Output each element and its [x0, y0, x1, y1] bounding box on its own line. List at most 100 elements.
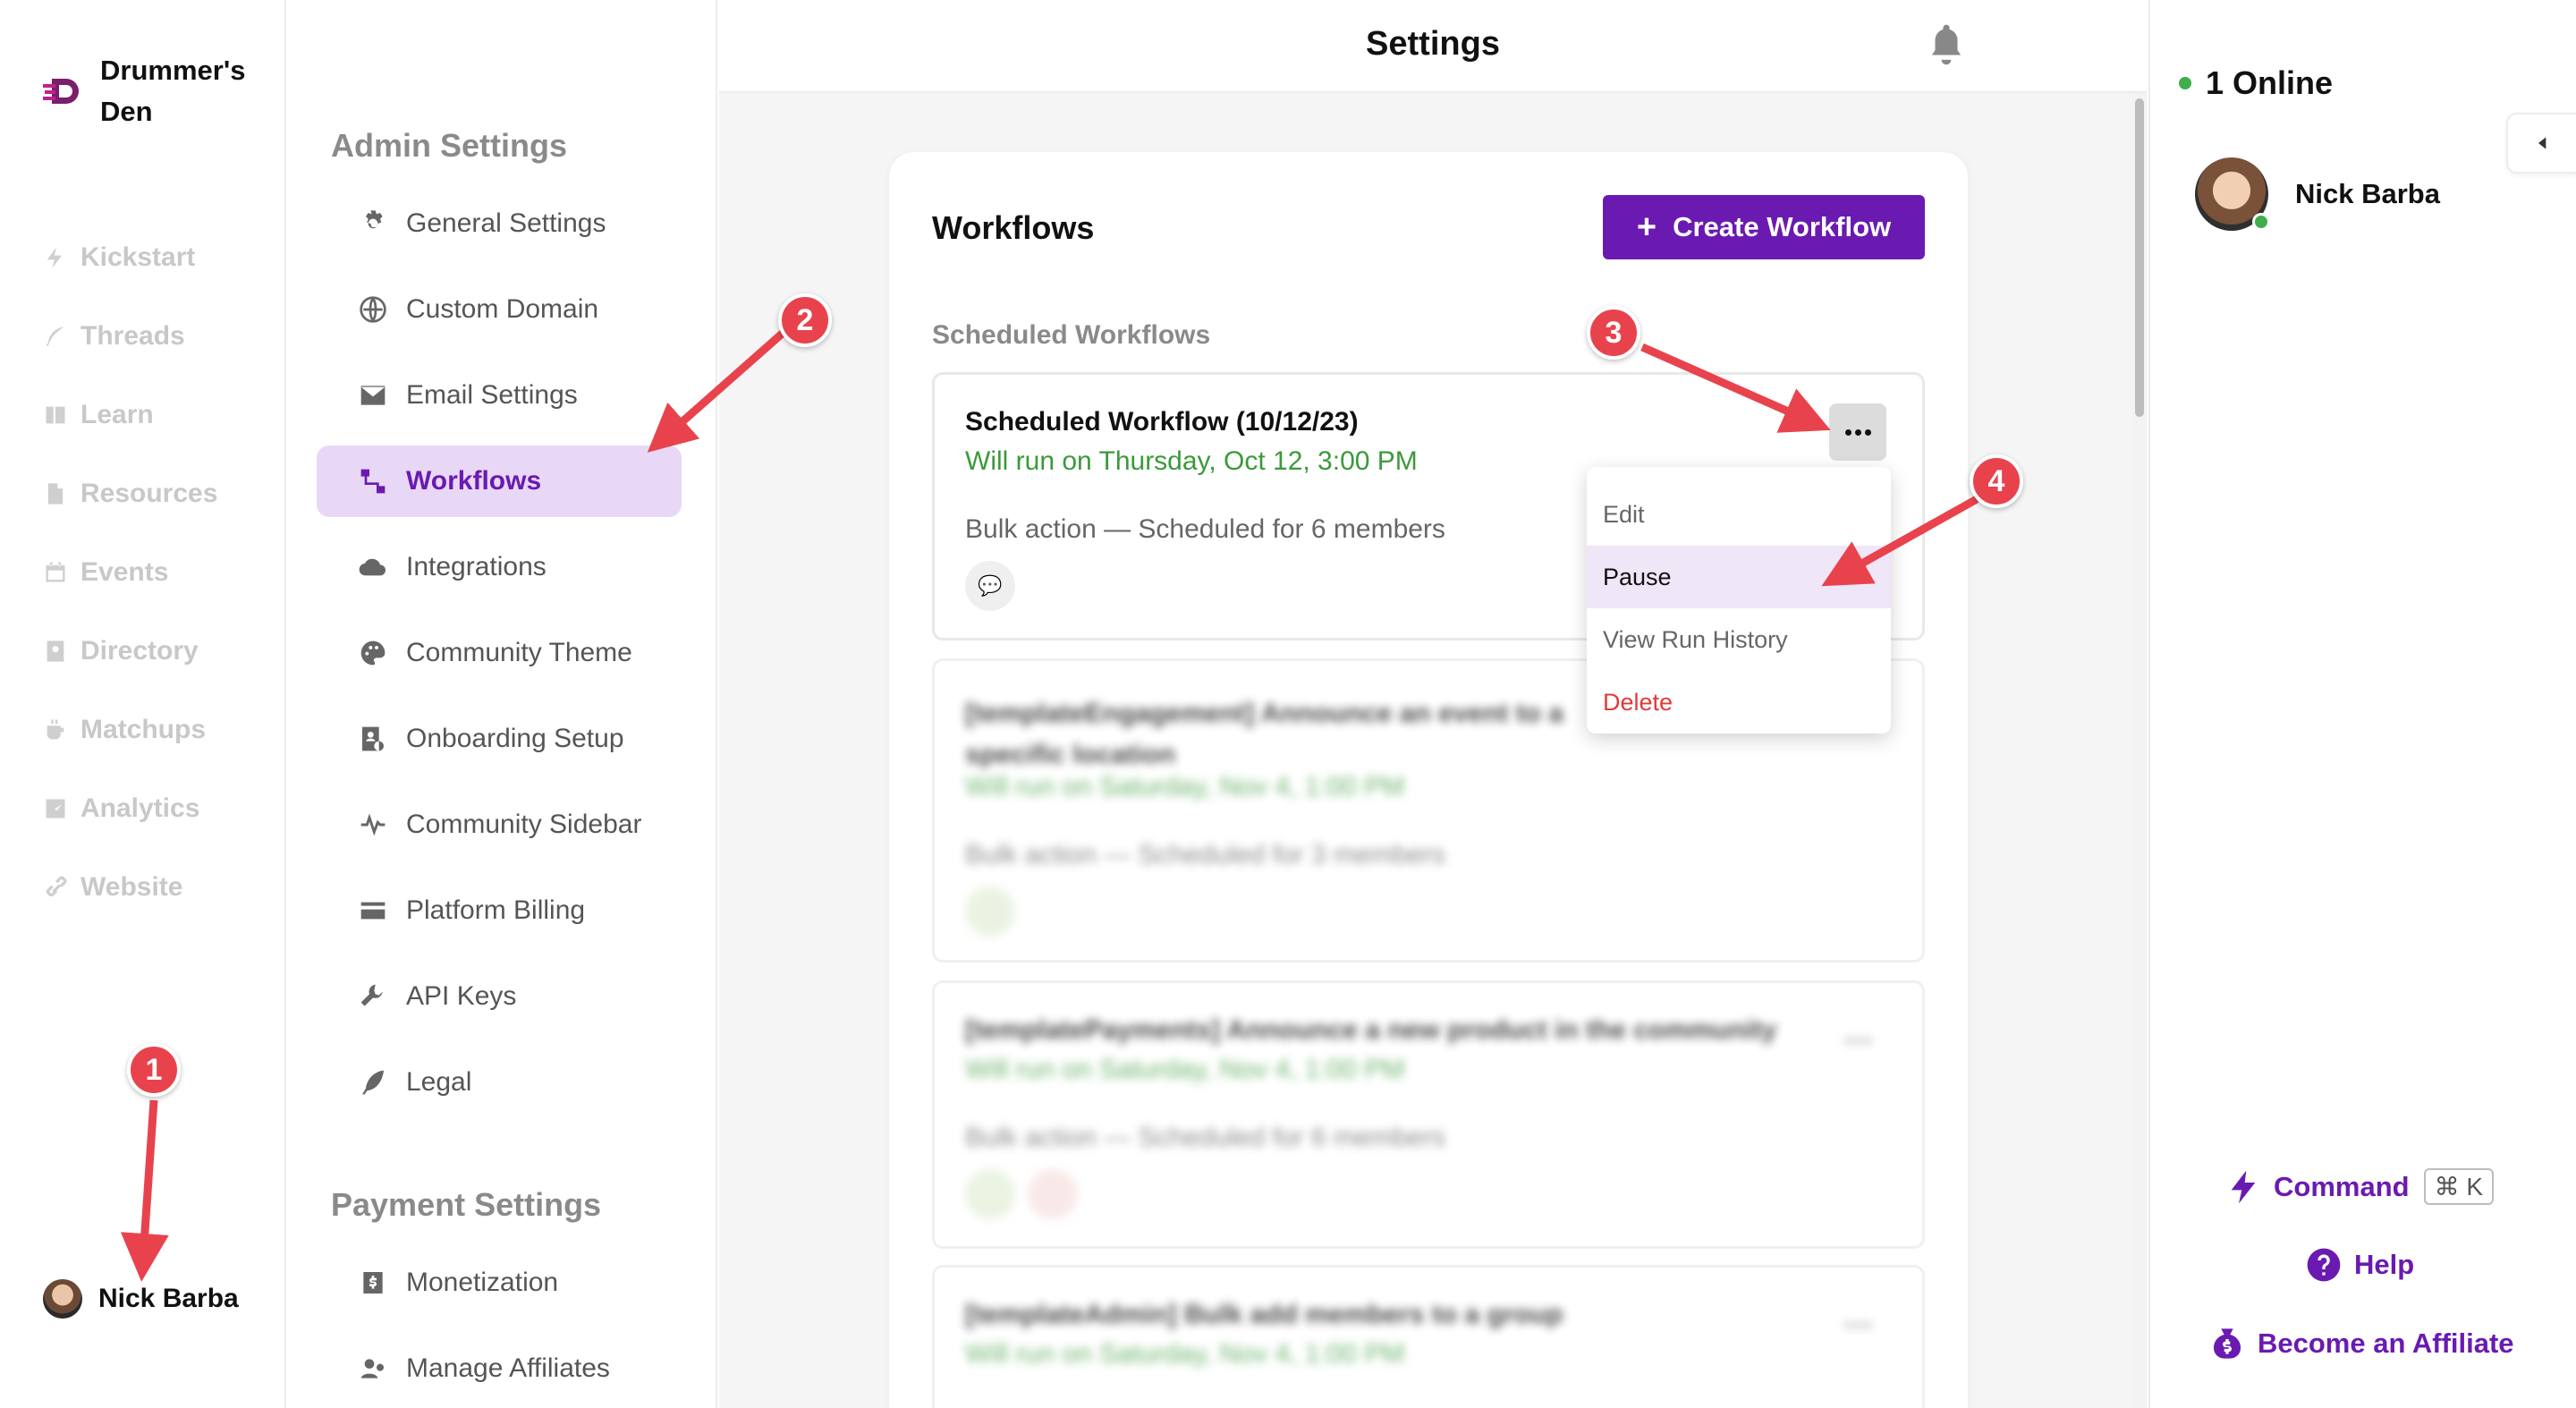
workflow-card[interactable]: [templatePayments] Announce a new produc…	[932, 980, 1925, 1249]
menu-item-integrations[interactable]: Integrations	[317, 531, 682, 603]
menu-item-platform-billing[interactable]: Platform Billing	[317, 875, 682, 946]
menu-item-manage-affiliates[interactable]: Manage Affiliates	[317, 1333, 682, 1404]
workflow-name: [templatePayments] Announce a new produc…	[965, 1015, 1777, 1045]
workflow-options-button[interactable]	[1829, 1012, 1886, 1069]
dollar-icon	[358, 1268, 388, 1298]
help-label: Help	[2354, 1249, 2415, 1280]
menu-edit[interactable]: Edit	[1587, 483, 1891, 546]
nav-item-events[interactable]: Events	[43, 553, 168, 592]
nav-item-matchups[interactable]: Matchups	[43, 710, 206, 750]
menu-pause[interactable]: Pause	[1587, 546, 1891, 608]
command-shortcut: ⌘ K	[2423, 1168, 2495, 1205]
menu-item-label: Monetization	[406, 1268, 559, 1297]
menu-view-run-history[interactable]: View Run History	[1587, 608, 1891, 671]
menu-item-email-settings[interactable]: Email Settings	[317, 360, 682, 431]
nav-item-kickstart[interactable]: Kickstart	[43, 238, 195, 277]
nav-item-label: Learn	[80, 400, 154, 429]
menu-item-label: General Settings	[406, 208, 606, 238]
workflow-run-time: Will run on Saturday, Nov 4, 1:00 PM	[965, 772, 1405, 802]
workflow-bulk-info: Bulk action — Scheduled for 6 members	[965, 514, 1445, 544]
pulse-icon	[358, 810, 388, 840]
menu-item-label: Custom Domain	[406, 294, 599, 324]
workflow-run-time: Will run on Saturday, Nov 4, 1:00 PM	[965, 1339, 1405, 1369]
menu-item-label: Onboarding Setup	[406, 724, 624, 753]
nav-item-label: Matchups	[80, 715, 207, 744]
annotation-badge-3: 3	[1587, 306, 1640, 360]
workflow-bulk-info: Bulk action — Scheduled for 3 members	[965, 840, 1445, 869]
nav-item-threads[interactable]: Threads	[43, 317, 185, 356]
settings-menu: Admin Settings General Settings Custom D…	[288, 0, 717, 1408]
menu-item-monetization[interactable]: Monetization	[317, 1247, 682, 1319]
nav-item-directory[interactable]: Directory	[43, 632, 199, 671]
nav-item-label: Directory	[80, 636, 199, 666]
nav-item-analytics[interactable]: Analytics	[43, 789, 199, 828]
workflow-options-button[interactable]	[1829, 1296, 1886, 1353]
bolt-icon	[2231, 1170, 2256, 1203]
online-user-name: Nick Barba	[2295, 178, 2440, 209]
command-button[interactable]: Command ⌘ K	[2225, 1168, 2495, 1205]
workflow-options-button[interactable]	[1829, 403, 1886, 461]
menu-item-community-theme[interactable]: Community Theme	[317, 617, 682, 689]
scheduled-workflows-label: Scheduled Workflows	[932, 320, 1211, 350]
nav-item-resources[interactable]: Resources	[43, 474, 217, 513]
annotation-badge-1: 1	[127, 1043, 181, 1097]
menu-item-custom-domain[interactable]: Custom Domain	[317, 274, 682, 345]
menu-delete[interactable]: Delete	[1587, 671, 1891, 734]
scrollbar[interactable]	[2132, 93, 2147, 1408]
palette-icon	[358, 638, 388, 668]
envelope-icon	[358, 380, 388, 411]
menu-item-api-keys[interactable]: API Keys	[317, 961, 682, 1032]
cloud-icon	[358, 552, 388, 582]
menu-item-workflows[interactable]: Workflows	[317, 445, 682, 517]
menu-item-community-sidebar[interactable]: Community Sidebar	[317, 789, 682, 861]
workflows-panel: Workflows + Create Workflow Scheduled Wo…	[889, 152, 1968, 1408]
workflow-card[interactable]: [templateAdmin] Bulk add members to a gr…	[932, 1265, 1925, 1408]
workflow-bulk-info: Bulk action — Scheduled for 6 members	[965, 1123, 1445, 1152]
main-content: Settings Workflows + Create Workflow Sch…	[719, 0, 2147, 1408]
chevron-left-icon	[2538, 137, 2546, 149]
nav-item-label: Kickstart	[80, 242, 196, 272]
brand[interactable]: Drummer's Den	[43, 50, 261, 132]
nav-user[interactable]: Nick Barba	[43, 1279, 239, 1319]
create-workflow-label: Create Workflow	[1673, 211, 1892, 242]
workflow-options-menu: Edit Pause View Run History Delete	[1587, 467, 1891, 734]
annotation-badge-2: 2	[778, 293, 832, 347]
annotation-badge-4: 4	[1970, 454, 2023, 508]
chip-icon	[965, 1169, 1015, 1219]
right-sidebar: 1 Online Nick Barba Command ⌘ K Help Bec…	[2148, 0, 2576, 1408]
globe-icon	[358, 294, 388, 325]
command-label: Command	[2274, 1170, 2410, 1202]
book-icon	[43, 403, 68, 428]
nav-item-website[interactable]: Website	[43, 868, 182, 907]
online-dot-icon	[2179, 77, 2191, 89]
message-icon: 💬	[965, 561, 1015, 611]
online-user[interactable]: Nick Barba	[2195, 157, 2440, 231]
contacts-icon	[43, 639, 68, 664]
brand-logo-icon	[43, 79, 79, 104]
nav-item-label: Resources	[80, 479, 218, 508]
bell-icon[interactable]	[1927, 21, 1966, 66]
help-button[interactable]: Help	[2306, 1247, 2414, 1283]
credit-card-icon	[358, 895, 388, 926]
document-icon	[43, 481, 68, 506]
nav-item-learn[interactable]: Learn	[43, 395, 154, 435]
menu-item-label: Workflows	[406, 466, 542, 496]
help-icon	[2307, 1248, 2341, 1282]
nav-item-label: Threads	[80, 321, 185, 351]
menu-item-legal[interactable]: Legal	[317, 1047, 682, 1118]
become-affiliate-button[interactable]: Become an Affiliate	[2209, 1326, 2514, 1361]
scrollbar-thumb[interactable]	[2135, 98, 2144, 417]
create-workflow-button[interactable]: + Create Workflow	[1603, 195, 1925, 259]
collapse-sidebar-button[interactable]	[2506, 113, 2576, 174]
menu-item-onboarding-setup[interactable]: Onboarding Setup	[317, 703, 682, 775]
affiliates-icon	[358, 1353, 388, 1384]
coffee-icon	[43, 717, 68, 742]
nav-item-label: Events	[80, 557, 169, 587]
menu-item-label: Community Theme	[406, 638, 632, 667]
workflow-name: [templateEngagement] Announce an event t…	[965, 699, 1563, 769]
workflow-name: [templateAdmin] Bulk add members to a gr…	[965, 1300, 1563, 1329]
menu-item-label: Manage Affiliates	[406, 1353, 610, 1383]
payment-settings-heading: Payment Settings	[331, 1186, 602, 1223]
workflow-run-time: Will run on Saturday, Nov 4, 1:00 PM	[965, 1055, 1405, 1084]
menu-item-general-settings[interactable]: General Settings	[317, 188, 682, 259]
